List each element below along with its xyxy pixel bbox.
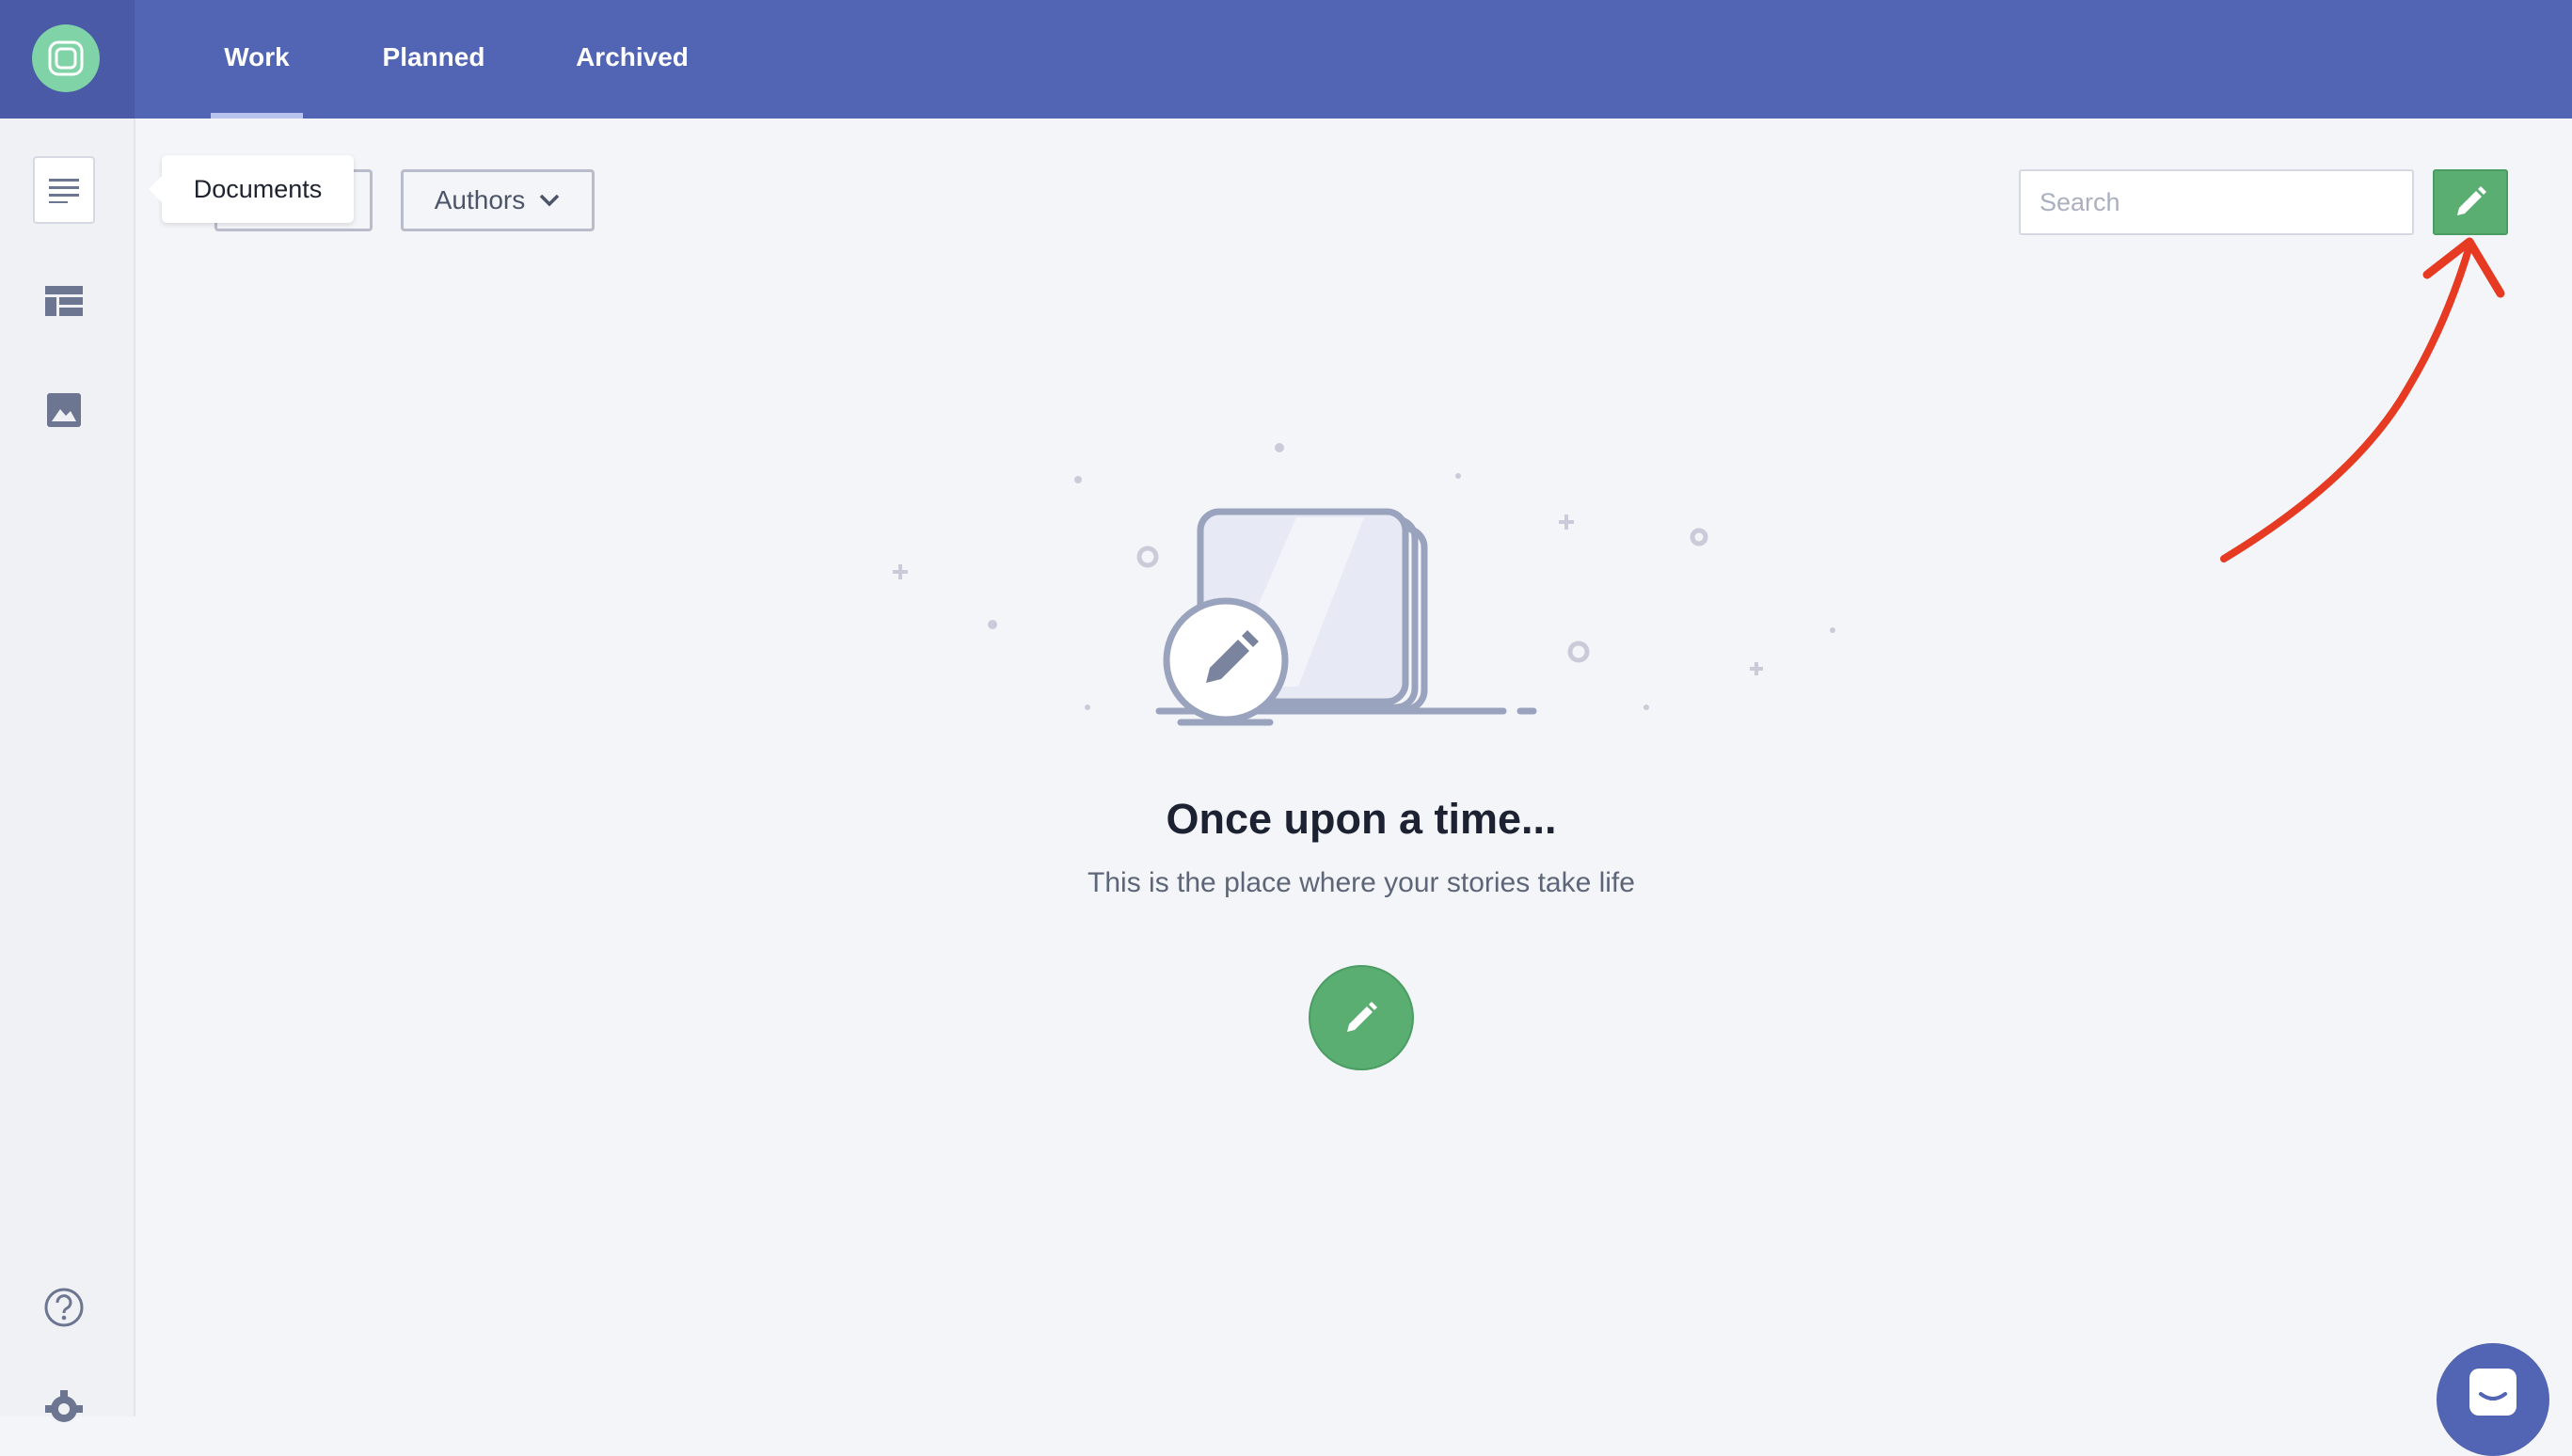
authors-filter-button[interactable]: Authors xyxy=(401,169,595,231)
tab-work[interactable]: Work xyxy=(211,0,303,119)
image-icon xyxy=(47,393,81,427)
sidebar-item-documents[interactable] xyxy=(33,156,95,224)
sidebar-item-layout[interactable] xyxy=(33,267,95,335)
sidebar-item-settings[interactable] xyxy=(33,1375,95,1443)
annotation-arrow xyxy=(2220,237,2505,562)
layout-icon xyxy=(45,286,83,316)
empty-state-illustration xyxy=(893,443,1835,726)
logo-area xyxy=(0,0,135,119)
logo-icon xyxy=(48,40,84,76)
empty-state-title: Once upon a time... xyxy=(1166,795,1557,843)
chevron-down-icon xyxy=(540,194,560,207)
help-icon xyxy=(44,1288,84,1327)
app-logo[interactable] xyxy=(32,24,100,92)
create-story-button[interactable] xyxy=(1309,965,1414,1070)
pencil-icon xyxy=(1347,1002,1377,1032)
authors-filter-label: Authors xyxy=(434,185,526,214)
documents-tooltip: Documents xyxy=(149,155,354,223)
chat-widget-button[interactable] xyxy=(2437,1343,2549,1456)
pencil-icon xyxy=(2457,186,2486,215)
sidebar-item-media[interactable] xyxy=(33,376,95,444)
sidebar xyxy=(0,119,135,1422)
empty-state-subtitle: This is the place where your stories tak… xyxy=(1088,867,1635,898)
chat-icon xyxy=(2469,1369,2516,1416)
gear-icon xyxy=(45,1390,83,1422)
tab-archived[interactable]: Archived xyxy=(564,0,700,119)
document-list-icon xyxy=(49,179,79,203)
tab-planned[interactable]: Planned xyxy=(373,0,495,119)
top-navigation-bar: Work Planned Archived xyxy=(0,0,2572,119)
sidebar-item-help[interactable] xyxy=(33,1274,95,1341)
